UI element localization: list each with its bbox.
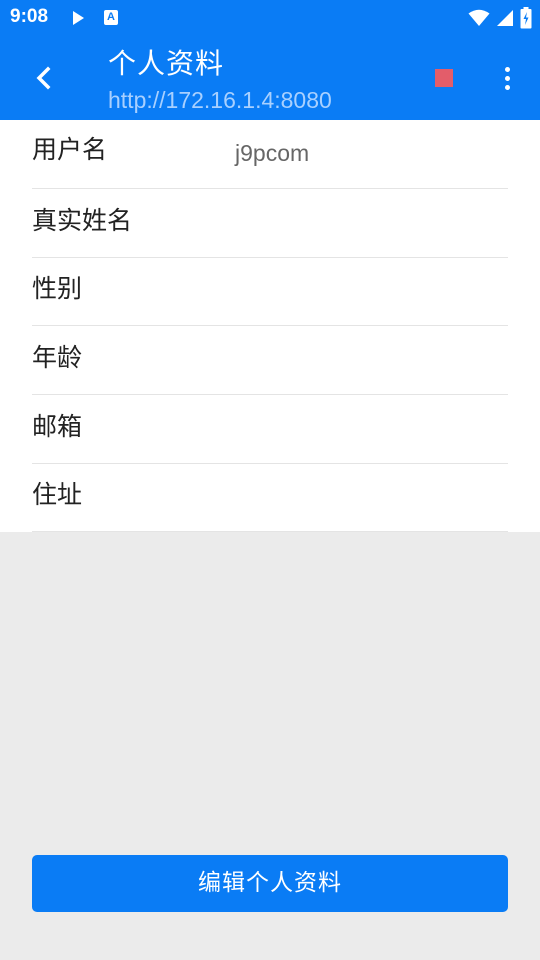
back-button[interactable]	[24, 56, 64, 100]
stop-button[interactable]	[432, 66, 456, 90]
more-options-button[interactable]	[494, 60, 520, 96]
page-title: 个人资料	[108, 47, 225, 80]
profile-row-address: 住址	[32, 463, 508, 532]
page-url: http://172.16.1.4:8080	[108, 87, 332, 113]
field-label: 性别	[32, 274, 83, 303]
field-label: 邮箱	[32, 412, 83, 441]
field-label: 年龄	[32, 343, 83, 372]
status-bar: 9:08 A	[0, 0, 540, 36]
signal-icon	[497, 10, 513, 26]
field-label: 住址	[32, 480, 83, 509]
app-bar: 个人资料 http://172.16.1.4:8080	[0, 36, 540, 120]
field-label: 用户名	[32, 135, 108, 164]
profile-row-username: 用户名 j9pcom	[32, 120, 508, 189]
field-value: j9pcom	[235, 140, 310, 166]
battery-icon	[520, 7, 532, 29]
status-time: 9:08	[10, 6, 49, 27]
profile-list: 用户名 j9pcom 真实姓名 性别 年龄 邮箱 住址	[0, 120, 540, 532]
stop-square-icon	[435, 69, 453, 87]
app-a-icon: A	[104, 10, 118, 25]
profile-row-age: 年龄	[32, 326, 508, 395]
chevron-left-icon	[36, 66, 51, 90]
field-label: 真实姓名	[32, 206, 133, 235]
wifi-icon	[468, 9, 490, 26]
status-icons	[468, 6, 532, 30]
play-icon	[73, 11, 84, 25]
profile-row-realname: 真实姓名	[32, 189, 508, 258]
edit-profile-button[interactable]: 编辑个人资料	[32, 855, 508, 912]
profile-row-gender: 性别	[32, 257, 508, 326]
more-vert-icon	[504, 66, 510, 72]
profile-row-email: 邮箱	[32, 395, 508, 464]
